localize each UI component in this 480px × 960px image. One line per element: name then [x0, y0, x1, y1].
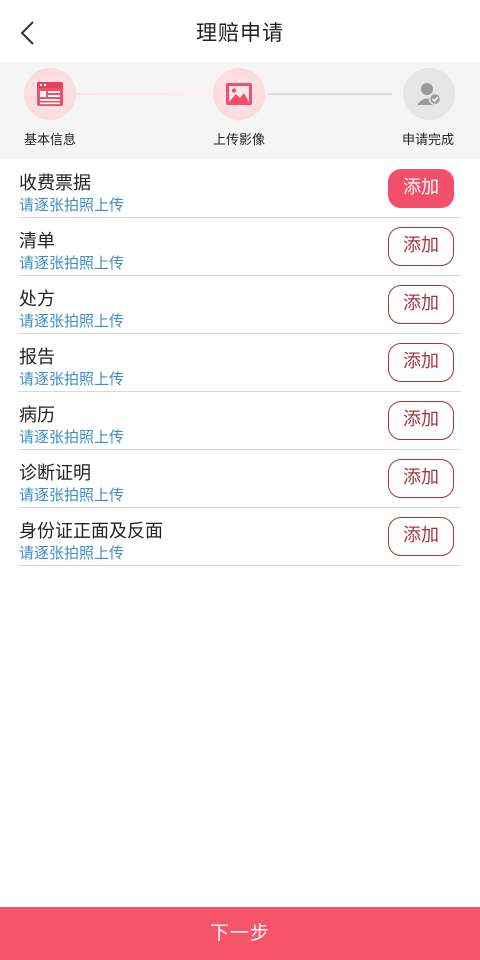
list-item-medical-record: 病历 请逐张拍照上传 添加: [18, 392, 461, 450]
item-title: 处方: [19, 289, 55, 310]
step-label-upload-image: 上传影像: [213, 133, 266, 148]
item-hint: 请逐张拍照上传: [19, 486, 125, 504]
item-hint: 请逐张拍照上传: [19, 544, 125, 562]
step-upload-image: [213, 68, 265, 120]
add-button-detail-list[interactable]: 添加: [388, 227, 454, 266]
list-item-receipt: 收费票据 请逐张拍照上传 添加: [18, 160, 461, 218]
item-hint: 请逐张拍照上传: [19, 312, 125, 330]
list-item-detail-list: 清单 请逐张拍照上传 添加: [18, 218, 461, 276]
upload-list: 收费票据 请逐张拍照上传 添加 清单 请逐张拍照上传 添加 处方 请逐张拍照上传…: [18, 160, 461, 566]
image-icon: [226, 83, 252, 105]
progress-steps: 基本信息 上传影像 申请完成: [0, 62, 480, 159]
item-title: 诊断证明: [19, 463, 91, 484]
step-connector: [76, 93, 213, 95]
item-title: 清单: [19, 231, 55, 252]
item-hint: 请逐张拍照上传: [19, 370, 125, 388]
list-item-report: 报告 请逐张拍照上传 添加: [18, 334, 461, 392]
page-title: 理赔申请: [196, 21, 284, 45]
list-item-prescription: 处方 请逐张拍照上传 添加: [18, 276, 461, 334]
add-button-id-card[interactable]: 添加: [388, 517, 454, 556]
item-hint: 请逐张拍照上传: [19, 254, 125, 272]
form-icon: [37, 82, 63, 106]
item-title: 身份证正面及反面: [19, 521, 163, 542]
add-button-diagnosis-certificate[interactable]: 添加: [388, 459, 454, 498]
item-title: 报告: [19, 347, 55, 368]
add-button-report[interactable]: 添加: [388, 343, 454, 382]
step-label-basic-info: 基本信息: [24, 133, 77, 148]
add-button-prescription[interactable]: 添加: [388, 285, 454, 324]
next-step-button[interactable]: 下一步: [0, 907, 480, 960]
step-label-complete: 申请完成: [402, 133, 455, 148]
step-connector: [268, 93, 392, 95]
step-complete: [403, 68, 455, 120]
header-bar: 理赔申请: [0, 0, 480, 62]
item-hint: 请逐张拍照上传: [19, 428, 125, 446]
add-button-medical-record[interactable]: 添加: [388, 401, 454, 440]
user-check-icon: [417, 83, 442, 106]
step-basic-info: [24, 68, 76, 120]
item-title: 收费票据: [19, 173, 91, 194]
item-title: 病历: [19, 405, 55, 426]
add-button-receipt[interactable]: 添加: [388, 169, 454, 208]
list-item-id-card: 身份证正面及反面 请逐张拍照上传 添加: [18, 508, 461, 566]
list-item-diagnosis-certificate: 诊断证明 请逐张拍照上传 添加: [18, 450, 461, 508]
item-hint: 请逐张拍照上传: [19, 196, 125, 214]
